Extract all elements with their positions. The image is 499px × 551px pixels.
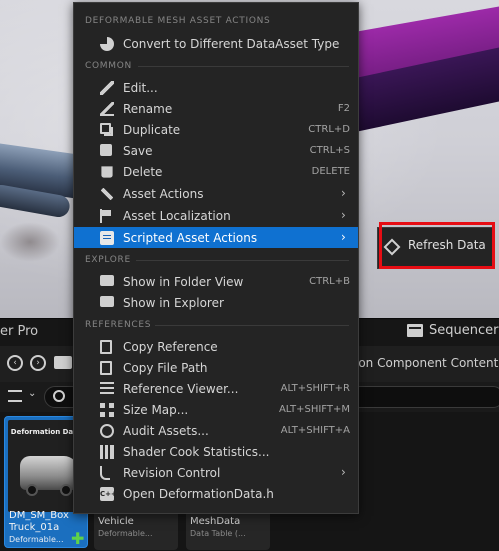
copy-icon (100, 361, 112, 375)
menu-item-convert-label: Convert to Different DataAsset Type (123, 37, 340, 51)
menu-item-delete-shortcut: DELETE (311, 166, 350, 177)
menu-item-rename[interactable] (74, 98, 358, 119)
annotation-highlight-box (379, 222, 495, 269)
wrench-icon (100, 187, 114, 201)
chevron-right-icon: › (341, 465, 346, 479)
revision-control-icon (100, 466, 110, 480)
section-header-references: REFERENCES (85, 320, 152, 330)
section-divider (155, 325, 349, 326)
menu-item-copy-reference-label: Copy Reference (123, 340, 218, 354)
folder-search-icon (100, 296, 114, 307)
reference-viewer-icon (100, 382, 114, 396)
menu-item-duplicate-shortcut: CTRL+D (308, 124, 350, 135)
menu-item-asset-actions[interactable] (74, 183, 358, 204)
back-arrow-icon[interactable]: ‹ (7, 355, 23, 371)
viewport-shadow (0, 222, 60, 262)
asset-tile[interactable]: MeshData Data Table (... (186, 510, 270, 550)
menu-item-save-label: Save (123, 144, 153, 158)
wheel-icon (26, 484, 38, 496)
script-icon (100, 231, 114, 245)
asset-tile[interactable]: Vehicle Deformable... (94, 510, 178, 550)
chevron-down-icon[interactable]: ⌄ (28, 388, 36, 399)
section-header-common: COMMON (85, 61, 132, 71)
menu-item-rename-label: Rename (123, 102, 173, 116)
forward-arrow-icon[interactable]: › (30, 355, 46, 371)
rename-icon (100, 102, 114, 116)
tab-left-panel[interactable]: er Pro (0, 324, 38, 339)
pencil-icon (100, 81, 114, 95)
cpp-file-icon: C++ (100, 487, 117, 501)
asset-type-label: Deformable... (9, 535, 64, 544)
pie-chart-icon (100, 37, 114, 51)
menu-item-revision-control-label: Revision Control (123, 466, 221, 480)
menu-item-scripted-asset-actions-label: Scripted Asset Actions (123, 231, 258, 245)
asset-name: Vehicle (98, 516, 134, 527)
asset-type-label: Deformable... (98, 529, 153, 538)
menu-item-audit-assets-label: Audit Assets... (123, 424, 209, 438)
trash-icon (101, 166, 113, 178)
asset-name-line-1: DM_SM_Box (9, 510, 69, 521)
wheel-icon (60, 484, 72, 496)
clapperboard-icon (407, 324, 423, 337)
section-divider (136, 260, 349, 261)
save-icon (100, 144, 112, 156)
tab-sequencer[interactable]: Sequencer (407, 323, 498, 338)
section-header-deformable: DEFORMABLE MESH ASSET ACTIONS (85, 16, 271, 26)
menu-item-asset-actions-label: Asset Actions (123, 187, 204, 201)
duplicate-icon (100, 123, 111, 134)
menu-item-copy-file-path-label: Copy File Path (123, 361, 208, 375)
chevron-right-icon: › (341, 186, 346, 200)
menu-item-reference-viewer-shortcut: ALT+SHIFT+R (280, 383, 350, 394)
folder-search-icon (100, 275, 114, 286)
menu-item-asset-localization-label: Asset Localization (123, 209, 231, 223)
section-divider (138, 66, 349, 67)
menu-item-edit[interactable] (74, 77, 358, 98)
breadcrumb-path[interactable]: ion Component Content (355, 356, 498, 370)
filter-icon[interactable] (8, 390, 22, 402)
shader-stats-icon (100, 445, 114, 459)
menu-item-audit-assets-shortcut: ALT+SHIFT+A (280, 425, 350, 436)
menu-item-edit-label: Edit... (123, 81, 158, 95)
folder-icon[interactable] (54, 356, 72, 369)
menu-item-shader-cook-statistics-label: Shader Cook Statistics... (123, 445, 270, 459)
menu-item-save-shortcut: CTRL+S (309, 145, 350, 156)
flag-icon (100, 209, 114, 223)
menu-item-copy-file-path[interactable] (74, 357, 358, 378)
menu-item-reference-viewer-label: Reference Viewer... (123, 382, 239, 396)
asset-name: MeshData (190, 516, 241, 527)
audit-icon (100, 424, 114, 438)
menu-item-show-in-folder-view-shortcut: CTRL+B (309, 276, 350, 287)
menu-item-open-header-label: Open DeformationData.h (123, 487, 274, 501)
section-header-explore: EXPLORE (85, 255, 131, 265)
menu-item-delete-label: Delete (123, 165, 163, 179)
copy-icon (100, 340, 112, 354)
menu-item-show-in-explorer-label: Show in Explorer (123, 296, 224, 310)
asset-name-line-2: Truck_01a (9, 522, 60, 533)
chevron-right-icon: › (341, 208, 346, 222)
size-map-icon (100, 403, 114, 417)
search-icon (53, 390, 65, 402)
menu-item-show-in-folder-view-label: Show in Folder View (123, 275, 244, 289)
menu-item-size-map-shortcut: ALT+SHIFT+M (278, 404, 350, 415)
chevron-right-icon: › (341, 230, 346, 244)
tab-sequencer-label: Sequencer (429, 323, 499, 338)
menu-item-size-map-label: Size Map... (123, 403, 189, 417)
menu-item-duplicate-label: Duplicate (123, 123, 181, 137)
asset-type-label: Data Table (... (190, 529, 246, 538)
menu-item-rename-shortcut: F2 (337, 103, 350, 114)
add-plus-icon: ✚ (71, 529, 85, 548)
